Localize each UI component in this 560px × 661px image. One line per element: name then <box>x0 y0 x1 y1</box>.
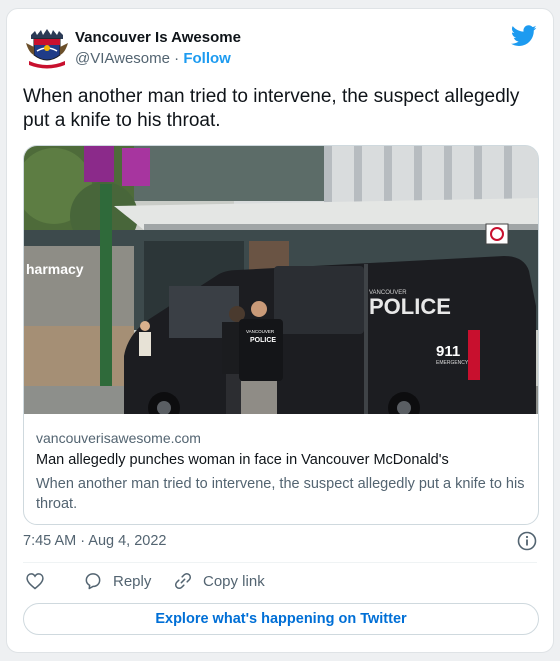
van-911-text: 911 <box>436 343 460 360</box>
reply-button[interactable]: Reply <box>83 571 151 591</box>
copy-link-label: Copy link <box>203 572 265 590</box>
link-preview-card[interactable]: harmacy POLICE VANCOUVER 911 EMERGENCY V… <box>23 145 539 525</box>
twitter-bird-icon[interactable] <box>511 25 537 47</box>
separator-dot: · <box>174 50 180 67</box>
van-emergency-text: EMERGENCY <box>436 360 469 366</box>
like-button[interactable] <box>25 571 55 591</box>
link-icon <box>174 572 192 590</box>
account-name[interactable]: Vancouver Is Awesome <box>75 29 241 46</box>
van-small-text: VANCOUVER <box>369 290 407 296</box>
avatar[interactable] <box>23 25 71 73</box>
link-domain: vancouverisawesome.com <box>36 430 201 446</box>
copy-link-button[interactable]: Copy link <box>173 571 265 591</box>
van-police-text: POLICE <box>369 294 451 319</box>
link-description: When another man tried to intervene, the… <box>36 476 525 512</box>
tweet-text: When another man tried to intervene, the… <box>23 86 520 131</box>
explore-twitter-button[interactable]: Explore what's happening on Twitter <box>23 603 539 635</box>
speech-bubble-icon <box>85 573 101 590</box>
article-photo: harmacy POLICE VANCOUVER 911 EMERGENCY V… <box>24 146 538 414</box>
reply-label: Reply <box>113 572 152 590</box>
city-crest-logo <box>23 25 71 73</box>
vest-text-top: VANCOUVER <box>246 329 275 334</box>
tweet-header: Vancouver Is Awesome @VIAwesome · Follow <box>23 25 537 73</box>
account-handle[interactable]: @VIAwesome <box>75 50 170 67</box>
embedded-tweet-card: Vancouver Is Awesome @VIAwesome · Follow… <box>6 8 554 653</box>
link-title[interactable]: Man allegedly punches woman in face in V… <box>36 452 449 468</box>
divider <box>23 562 537 563</box>
storefront-sign: harmacy <box>26 261 84 277</box>
tweet-actions: Reply Copy link <box>23 571 537 597</box>
follow-link[interactable]: Follow <box>183 50 231 67</box>
heart-icon <box>26 573 44 590</box>
account-handle-line: @VIAwesome · Follow <box>75 50 231 67</box>
vest-text: POLICE <box>250 337 276 344</box>
info-icon[interactable] <box>517 531 537 551</box>
tweet-timestamp[interactable]: 7:45 AM · Aug 4, 2022 <box>23 533 167 549</box>
